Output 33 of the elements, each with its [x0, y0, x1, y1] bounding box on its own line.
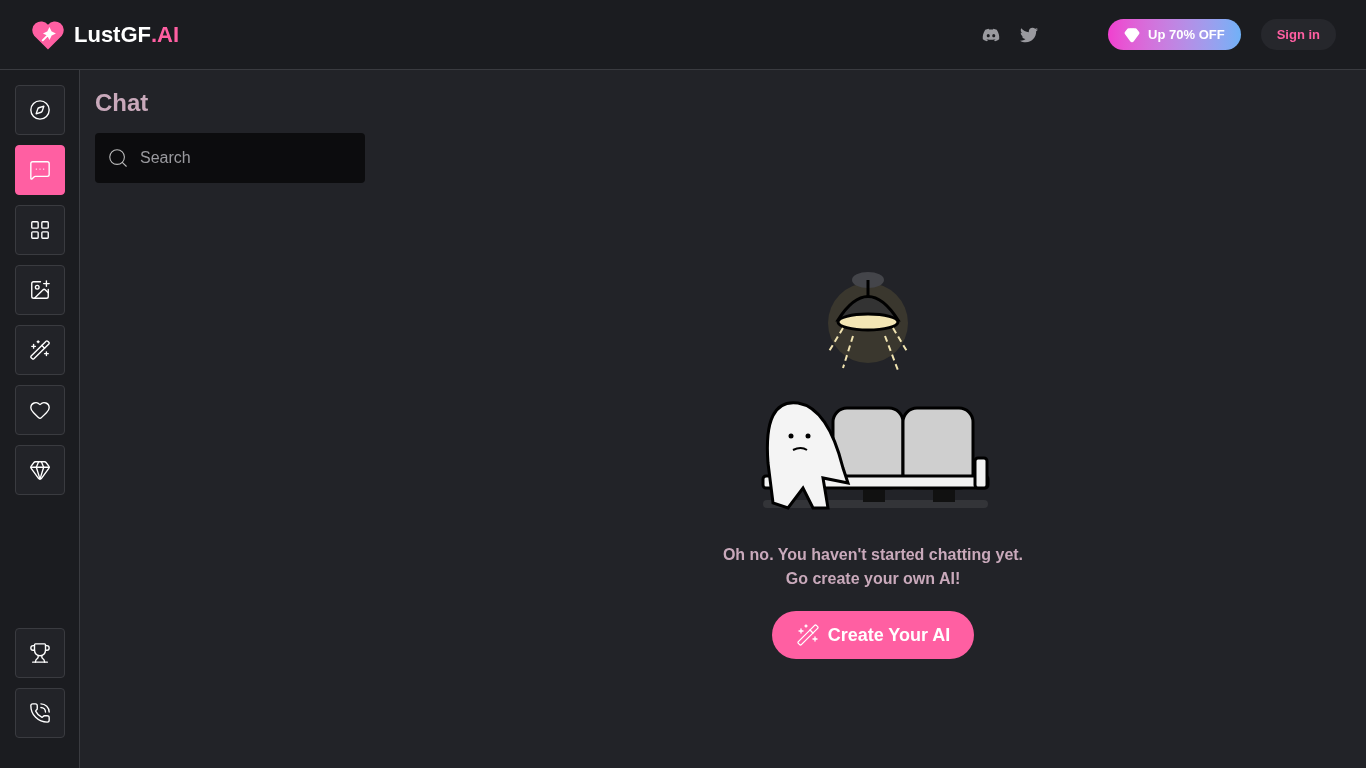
nav-button[interactable] — [14, 325, 65, 375]
twitter-icon[interactable] — [1020, 25, 1039, 44]
logo[interactable]: LustGF.AI — [30, 18, 180, 51]
sign-in-button[interactable]: Sign in — [1260, 19, 1336, 50]
logo-suffix: .AI — [151, 21, 180, 49]
magic-wand-icon — [28, 339, 51, 361]
nav-button[interactable] — [14, 628, 65, 678]
logo-text: LustGF — [74, 21, 151, 49]
heart-logo-icon — [30, 18, 66, 51]
panel-title: Chat — [95, 88, 150, 118]
create-ai-button[interactable]: Create Your AI — [771, 611, 975, 659]
phone-icon — [28, 702, 51, 724]
empty-state-message: Oh no. You haven't started chatting yet. — [722, 545, 1024, 565]
nav-button[interactable] — [14, 145, 65, 195]
image-sparkle-icon — [28, 279, 51, 301]
trophy-icon — [28, 642, 51, 664]
discount-button[interactable]: Up 70% OFF — [1108, 19, 1241, 50]
diamond-icon — [1124, 26, 1141, 43]
heart-icon — [28, 399, 51, 421]
search-field[interactable]: Search — [95, 133, 365, 183]
empty-state-message: Go create your own AI! — [785, 569, 961, 589]
compass-icon — [28, 99, 51, 121]
nav-button[interactable] — [14, 205, 65, 255]
nav-button[interactable] — [14, 688, 65, 738]
diamond-icon — [28, 459, 51, 481]
nav-button[interactable] — [14, 445, 65, 495]
magic-wand-icon — [795, 623, 820, 647]
search-icon — [107, 147, 129, 169]
nav-button[interactable] — [14, 385, 65, 435]
chat-bubble-icon — [28, 159, 51, 181]
nav-button[interactable] — [14, 265, 65, 315]
grid-icon — [28, 219, 51, 241]
nav-button[interactable] — [14, 85, 65, 135]
